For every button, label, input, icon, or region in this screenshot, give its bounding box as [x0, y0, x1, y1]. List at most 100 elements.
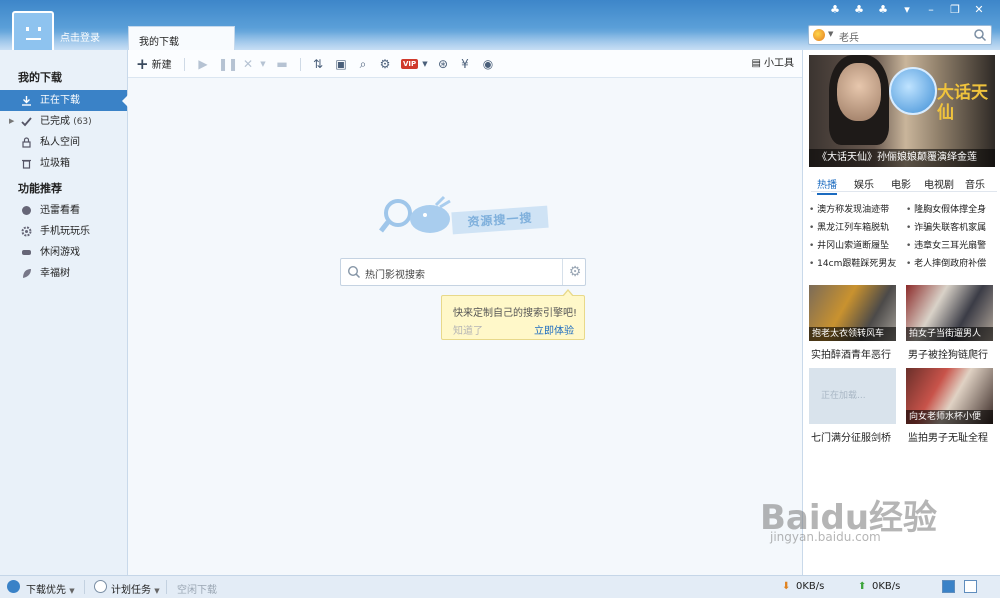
- film-reel-icon[interactable]: ⊛: [436, 56, 450, 72]
- tab-my-downloads[interactable]: 我的下载: [128, 26, 235, 50]
- news-link[interactable]: 14cm跟鞋踩死男友: [809, 256, 897, 269]
- sidebar-item-completed[interactable]: ▶ 已完成 (63): [0, 111, 127, 132]
- scheduled-task-dropdown[interactable]: 计划任务 ▼: [111, 581, 160, 596]
- sidebar-item-trash[interactable]: 垃圾箱: [0, 153, 127, 174]
- promo-banner[interactable]: 大话天仙 《大话天仙》孙俪娘娘颠覆演绎金莲: [809, 55, 995, 167]
- scheduled-task-label: 计划任务: [111, 585, 151, 596]
- globe-icon[interactable]: ◉: [481, 56, 495, 72]
- toolbar-divider: [184, 58, 185, 71]
- sidebar-item-downloading[interactable]: 正在下载: [0, 90, 128, 111]
- detail-view-icon[interactable]: [964, 580, 977, 593]
- sidebar-item-private-space[interactable]: 私人空间: [0, 132, 127, 153]
- new-task-button[interactable]: + 新建: [136, 56, 176, 72]
- toolbar-divider: [300, 58, 301, 71]
- start-icon[interactable]: ▶: [196, 56, 210, 72]
- close-icon[interactable]: ✕: [972, 4, 986, 16]
- calendar-icon[interactable]: ▣: [334, 56, 348, 72]
- minimize-icon[interactable]: –: [924, 4, 938, 16]
- news-link[interactable]: 黑龙江列车箱脱轨: [809, 220, 897, 233]
- tab-entertainment[interactable]: 娱乐: [854, 176, 874, 191]
- video-thumbnail[interactable]: 抱老太衣领转风车: [809, 285, 896, 341]
- thumbnail-caption: 拍女子当街遛男人: [906, 327, 993, 341]
- tab-movie[interactable]: 电影: [891, 176, 911, 191]
- sidebar-item-label: 正在下载: [40, 95, 80, 106]
- chevron-down-icon[interactable]: ▼: [828, 30, 833, 38]
- sort-icon[interactable]: ⇅: [311, 56, 325, 72]
- download-speed: 0KB/s: [796, 581, 825, 592]
- tab-music[interactable]: 音乐: [965, 176, 985, 191]
- compact-view-icon[interactable]: [942, 580, 955, 593]
- checkmark-icon: [21, 117, 32, 127]
- top-search-input[interactable]: 老兵: [839, 29, 859, 44]
- video-title[interactable]: 监拍男子无耻全程: [908, 429, 988, 444]
- vip-badge[interactable]: VIP: [401, 59, 419, 69]
- tooltip-try-now-link[interactable]: 立即体验: [534, 322, 574, 337]
- thumbnail-caption: 抱老太衣领转风车: [809, 327, 896, 341]
- message-icon[interactable]: ♣: [852, 4, 866, 16]
- status-divider: [166, 580, 167, 594]
- sidebar-item-happiness-tree[interactable]: 幸福树: [0, 263, 127, 284]
- search-engine-tooltip: 快来定制自己的搜索引擎吧! 知道了 立即体验: [441, 289, 585, 340]
- maximize-icon[interactable]: ❐: [948, 4, 962, 16]
- priority-icon: [7, 580, 20, 593]
- expand-arrow-icon[interactable]: ▶: [9, 111, 14, 132]
- avatar-eye: [38, 27, 41, 31]
- top-search-box[interactable]: ▼ 老兵: [808, 25, 992, 45]
- tools-button[interactable]: ▤ 小工具: [744, 56, 794, 72]
- search-icon[interactable]: [973, 28, 987, 42]
- download-speed-arrow-icon: ⬇: [782, 581, 791, 592]
- menu-icon[interactable]: ▾: [900, 4, 914, 16]
- tooltip-dismiss-link[interactable]: 知道了: [453, 322, 483, 337]
- avatar[interactable]: [12, 11, 54, 53]
- status-bar: 下载优先 ▼ 计划任务 ▼ 空闲下载 ⬇ 0KB/s ⬆ 0KB/s: [0, 575, 1000, 598]
- download-icon: [22, 96, 31, 106]
- search-divider: [562, 259, 563, 285]
- idle-download-toggle[interactable]: 空闲下载: [177, 581, 217, 596]
- news-link[interactable]: 诈骗失联客机家属: [906, 220, 994, 233]
- lock-icon: [22, 137, 31, 148]
- content-tabs: 热播 娱乐 电影 电视剧 音乐: [811, 174, 997, 195]
- heart-icon: [22, 206, 31, 215]
- shirt-icon[interactable]: ♣: [876, 4, 890, 16]
- download-priority-dropdown[interactable]: 下载优先 ▼: [26, 581, 75, 596]
- yuan-coin-icon[interactable]: ¥: [458, 56, 472, 72]
- news-link[interactable]: 井冈山索道断履坠: [809, 238, 897, 251]
- sidebar-item-mobile-fun[interactable]: 手机玩玩乐: [0, 221, 127, 242]
- toolbar: + 新建 ▶ ❚❚ ✕ ▼ ▬ ⇅ ▣ ⌕ ⚙ VIP ▼ ⊛ ¥ ◉ ▤ 小工具: [128, 50, 802, 78]
- news-link[interactable]: 老人摔倒政府补偿: [906, 256, 994, 269]
- skin-icon[interactable]: ♣: [828, 4, 842, 16]
- video-title[interactable]: 实拍醉酒青年恶行: [811, 346, 891, 361]
- video-title[interactable]: 七门满分征服剑桥: [811, 429, 891, 444]
- video-thumbnail[interactable]: 向女老师水杯小便: [906, 368, 993, 424]
- news-link[interactable]: 澳方称发现油迹带: [809, 202, 897, 215]
- resource-search-input[interactable]: 热门影视搜索: [365, 266, 425, 281]
- news-link[interactable]: 隆胸女假体撑全身: [906, 202, 994, 215]
- leaf-icon: [23, 269, 31, 278]
- sidebar-item-label: 休闲游戏: [40, 247, 80, 258]
- login-link[interactable]: 点击登录: [60, 29, 100, 44]
- video-thumbnail[interactable]: 拍女子当街遛男人: [906, 285, 993, 341]
- video-title[interactable]: 男子被拴狗链爬行: [908, 346, 988, 361]
- video-thumbnail[interactable]: 正在加载...: [809, 368, 896, 424]
- tab-hot[interactable]: 热播: [817, 176, 837, 195]
- chevron-down-icon[interactable]: ▼: [421, 56, 429, 72]
- search-engine-icon[interactable]: [813, 29, 825, 41]
- gear-icon[interactable]: ⚙: [567, 264, 583, 280]
- search-icon[interactable]: ⌕: [356, 56, 370, 72]
- resource-search-box[interactable]: 热门影视搜索 ⚙: [340, 258, 586, 286]
- watermark-url: jingyan.baidu.com: [770, 530, 881, 544]
- settings-icon[interactable]: ⚙: [378, 56, 392, 72]
- news-link[interactable]: 违章女三耳光扇警: [906, 238, 994, 251]
- folder-icon[interactable]: ▬: [275, 56, 289, 72]
- pause-icon[interactable]: ❚❚: [218, 56, 238, 72]
- sidebar-item-xunlei-kankan[interactable]: 迅雷看看: [0, 200, 127, 221]
- tooltip-message: 快来定制自己的搜索引擎吧!: [453, 308, 578, 319]
- tab-tv-series[interactable]: 电视剧: [924, 176, 954, 191]
- sidebar-item-casual-games[interactable]: 休闲游戏: [0, 242, 127, 263]
- chevron-down-icon[interactable]: ▼: [259, 56, 267, 72]
- upload-speed-arrow-icon: ⬆: [858, 581, 867, 592]
- gear-icon: [21, 226, 32, 237]
- tools-label: 小工具: [764, 58, 794, 69]
- delete-icon[interactable]: ✕: [241, 56, 255, 72]
- loading-placeholder: 正在加载...: [821, 391, 866, 401]
